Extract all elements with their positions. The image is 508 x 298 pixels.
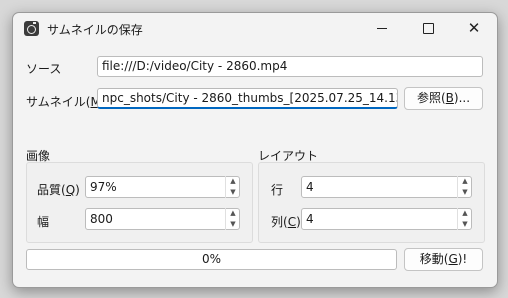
rows-up-arrow-icon[interactable]: ▲ xyxy=(459,176,471,187)
source-label: ソース xyxy=(26,62,62,76)
cols-spinbox[interactable]: 4 ▲ ▼ xyxy=(301,208,472,230)
maximize-icon xyxy=(423,23,434,34)
browse-button[interactable]: 参照(B)... xyxy=(404,87,483,110)
cols-label: 列(C) xyxy=(271,215,301,229)
cols-down-arrow-icon[interactable]: ▼ xyxy=(459,219,471,230)
go-button[interactable]: 移動(G)! xyxy=(404,248,483,271)
width-up-arrow-icon[interactable]: ▲ xyxy=(227,208,239,219)
width-spinbox[interactable]: 800 ▲ ▼ xyxy=(85,208,240,230)
layout-group xyxy=(258,162,485,243)
rows-spinbox[interactable]: 4 ▲ ▼ xyxy=(301,176,472,198)
close-icon: ✕ xyxy=(467,19,481,37)
progress-text: 0% xyxy=(201,252,222,266)
rows-label: 行 xyxy=(271,183,284,197)
source-field[interactable]: file:///D:/video/City - 2860.mp4 xyxy=(97,56,483,77)
width-label: 幅 xyxy=(37,215,50,229)
quality-label: 品質(Q) xyxy=(37,183,80,197)
image-group xyxy=(26,162,253,243)
quality-spinbox[interactable]: 97% ▲ ▼ xyxy=(85,176,240,198)
thumbnail-label: サムネイル(M) xyxy=(26,95,106,109)
camera-icon xyxy=(24,21,39,36)
minimize-icon xyxy=(377,28,387,29)
minimize-button[interactable] xyxy=(359,13,405,45)
thumbnail-path-field[interactable]: npc_shots/City - 2860_thumbs_[2025.07.25… xyxy=(97,88,398,109)
quality-down-arrow-icon[interactable]: ▼ xyxy=(227,187,239,198)
cols-up-arrow-icon[interactable]: ▲ xyxy=(459,208,471,219)
window-title: サムネイルの保存 xyxy=(47,23,143,37)
maximize-button[interactable] xyxy=(405,13,451,45)
width-down-arrow-icon[interactable]: ▼ xyxy=(227,219,239,230)
rows-input[interactable]: 4 xyxy=(301,176,472,198)
close-button[interactable]: ✕ xyxy=(451,13,497,45)
rows-down-arrow-icon[interactable]: ▼ xyxy=(459,187,471,198)
width-input[interactable]: 800 xyxy=(85,208,240,230)
progress-bar: 0% xyxy=(26,249,397,270)
quality-input[interactable]: 97% xyxy=(85,176,240,198)
quality-up-arrow-icon[interactable]: ▲ xyxy=(227,176,239,187)
title-bar: サムネイルの保存 ✕ xyxy=(13,13,497,45)
save-thumbnail-dialog: サムネイルの保存 ✕ ソース file:///D:/video/City - 2… xyxy=(12,12,498,288)
cols-input[interactable]: 4 xyxy=(301,208,472,230)
